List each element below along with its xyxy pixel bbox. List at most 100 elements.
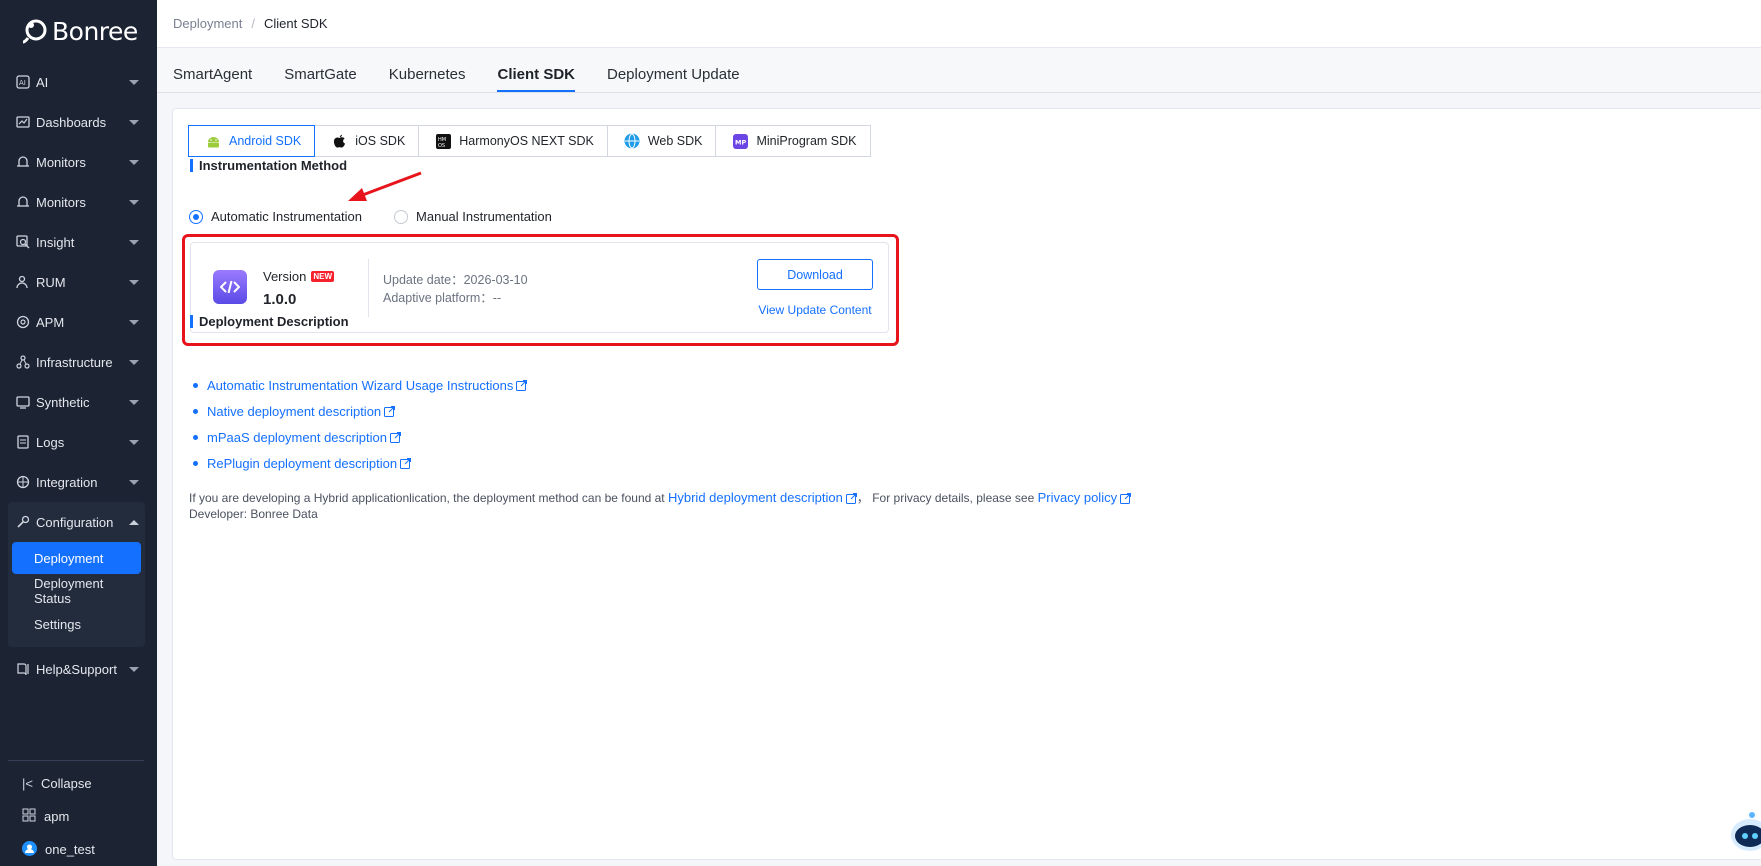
sidebar-item-label: Configuration [36,514,114,530]
sidebar-item-rum[interactable]: RUM [0,262,157,302]
sidebar-item-insight[interactable]: Insight [0,222,157,262]
sdk-tab-miniprogram[interactable]: MP MiniProgram SDK [715,125,871,157]
bullet-icon [193,408,198,414]
android-icon [205,133,221,149]
logo[interactable]: Bonree [0,0,157,62]
bullet-icon [193,382,198,388]
chevron-up-icon [129,519,139,525]
sidebar-footer: |< Collapse apm one_test [8,760,144,866]
tab-client-sdk[interactable]: Client SDK [497,66,575,92]
sidebar-item-help-support[interactable]: Help&Support [0,649,157,689]
sdk-tab-harmonyos[interactable]: HM OS HarmonyOS NEXT SDK [418,125,608,157]
list-item[interactable]: RePlugin deployment description [193,450,527,476]
breadcrumb-current: Client SDK [264,16,328,31]
sidebar-item-logs[interactable]: Logs [0,422,157,462]
adaptive-platform-value: -- [492,291,502,305]
sidebar-item-integration[interactable]: Integration [0,462,157,502]
sidebar-item-configuration[interactable]: Configuration [8,502,145,542]
integration-icon [15,474,31,490]
apple-icon [331,133,347,149]
sidebar-item-infrastructure[interactable]: Infrastructure [0,342,157,382]
tab-smartgate[interactable]: SmartGate [284,66,357,92]
sdk-tab-android[interactable]: Android SDK [188,125,316,157]
svg-text:OS: OS [438,143,445,149]
sidebar-subitem-deployment[interactable]: Deployment [12,542,141,574]
download-button[interactable]: Download [757,259,873,290]
list-item[interactable]: mPaaS deployment description [193,424,527,450]
list-item[interactable]: Automatic Instrumentation Wizard Usage I… [193,372,528,398]
sdk-tab-label: Android SDK [229,134,302,148]
breadcrumb-parent[interactable]: Deployment [173,16,242,31]
chevron-down-icon [129,399,139,405]
sidebar-item-dashboards[interactable]: Dashboards [0,102,157,142]
version-number: 1.0.0 [263,291,297,308]
client-sdk-panel: Android SDK iOS SDK HM OS HarmonyOS NEXT … [172,108,1761,860]
sidebar-item-label: RUM [36,274,66,290]
sidebar-item-synthetic[interactable]: Synthetic [0,382,157,422]
update-date-value: 2026-03-10 [463,273,528,287]
assistant-robot-icon[interactable] [1726,805,1761,855]
chevron-down-icon [129,479,139,485]
chevron-down-icon [129,319,139,325]
radio-manual-instrumentation[interactable]: Manual Instrumentation [394,209,552,224]
sdk-tab-label: Web SDK [647,134,703,148]
privacy-policy-link[interactable]: Privacy policy [1038,490,1117,505]
view-update-content-link[interactable]: View Update Content [757,303,873,317]
sidebar-item-monitors-2[interactable]: Monitors [0,182,157,222]
sidebar: Bonree AI AI Dashboards Monitors Monitor… [0,0,157,866]
developer-note: Developer: Bonree Data [189,507,318,521]
adaptive-platform-label: Adaptive platform： [383,291,493,305]
chevron-down-icon [129,79,139,85]
sidebar-item-label: Insight [36,234,75,250]
adaptive-platform-row: Adaptive platform：-- [383,289,528,307]
bullet-icon [193,434,198,440]
logo-text: Bonree [52,16,138,46]
collapse-icon: |< [22,776,33,791]
deployment-description-list: Automatic Instrumentation Wizard Usage I… [193,372,528,476]
sidebar-group-configuration: Configuration Deployment Deployment Stat… [8,502,145,647]
sidebar-subitem-settings[interactable]: Settings [12,608,141,640]
new-badge: NEW [311,271,335,282]
collapse-button[interactable]: |< Collapse [8,767,144,800]
sdk-tab-web[interactable]: Web SDK [606,125,717,157]
link-native-deployment[interactable]: Native deployment description [207,404,381,419]
deployment-description-title: Deployment Description [190,315,349,328]
radio-label: Automatic Instrumentation [211,209,363,224]
link-mpaas-deployment[interactable]: mPaaS deployment description [207,430,387,445]
tab-deployment-update[interactable]: Deployment Update [607,66,740,92]
divider [368,259,369,317]
infrastructure-icon [15,354,31,370]
link-replugin-deployment[interactable]: RePlugin deployment description [207,456,397,471]
sidebar-subitem-deployment-status[interactable]: Deployment Status [12,575,141,607]
tab-kubernetes[interactable]: Kubernetes [389,66,466,92]
sidebar-item-ai[interactable]: AI AI [0,62,157,102]
grid-icon [22,808,36,825]
sdk-tab-ios[interactable]: iOS SDK [314,125,420,157]
sidebar-item-monitors[interactable]: Monitors [0,142,157,182]
sdk-tab-label: HarmonyOS NEXT SDK [459,134,594,148]
chevron-down-icon [129,439,139,445]
logs-icon [15,434,31,450]
sdk-tab-label: iOS SDK [355,134,406,148]
link-automatic-wizard[interactable]: Automatic Instrumentation Wizard Usage I… [207,378,513,393]
user-menu[interactable]: one_test [8,833,144,866]
svg-text:MP: MP [735,138,746,146]
chevron-down-icon [129,199,139,205]
tab-smartagent[interactable]: SmartAgent [173,66,252,92]
breadcrumb: Deployment / Client SDK [157,0,1761,48]
radio-unchecked-icon [394,209,409,224]
sidebar-item-label: Dashboards [36,114,107,130]
update-date-row: Update date：2026-03-10 [383,271,528,289]
sidebar-item-label: Synthetic [36,394,90,410]
workspace-switcher[interactable]: apm [8,800,144,833]
sidebar-item-label: Monitors [36,194,86,210]
hybrid-deployment-link[interactable]: Hybrid deployment description [668,490,843,505]
chevron-down-icon [129,239,139,245]
sidebar-item-apm[interactable]: APM [0,302,157,342]
avatar [22,840,37,859]
dashboard-icon [15,114,31,130]
list-item[interactable]: Native deployment description [193,398,527,424]
version-label: Version [263,269,307,284]
radio-automatic-instrumentation[interactable]: Automatic Instrumentation [189,209,362,224]
version-label-row: Version NEW [263,269,335,284]
